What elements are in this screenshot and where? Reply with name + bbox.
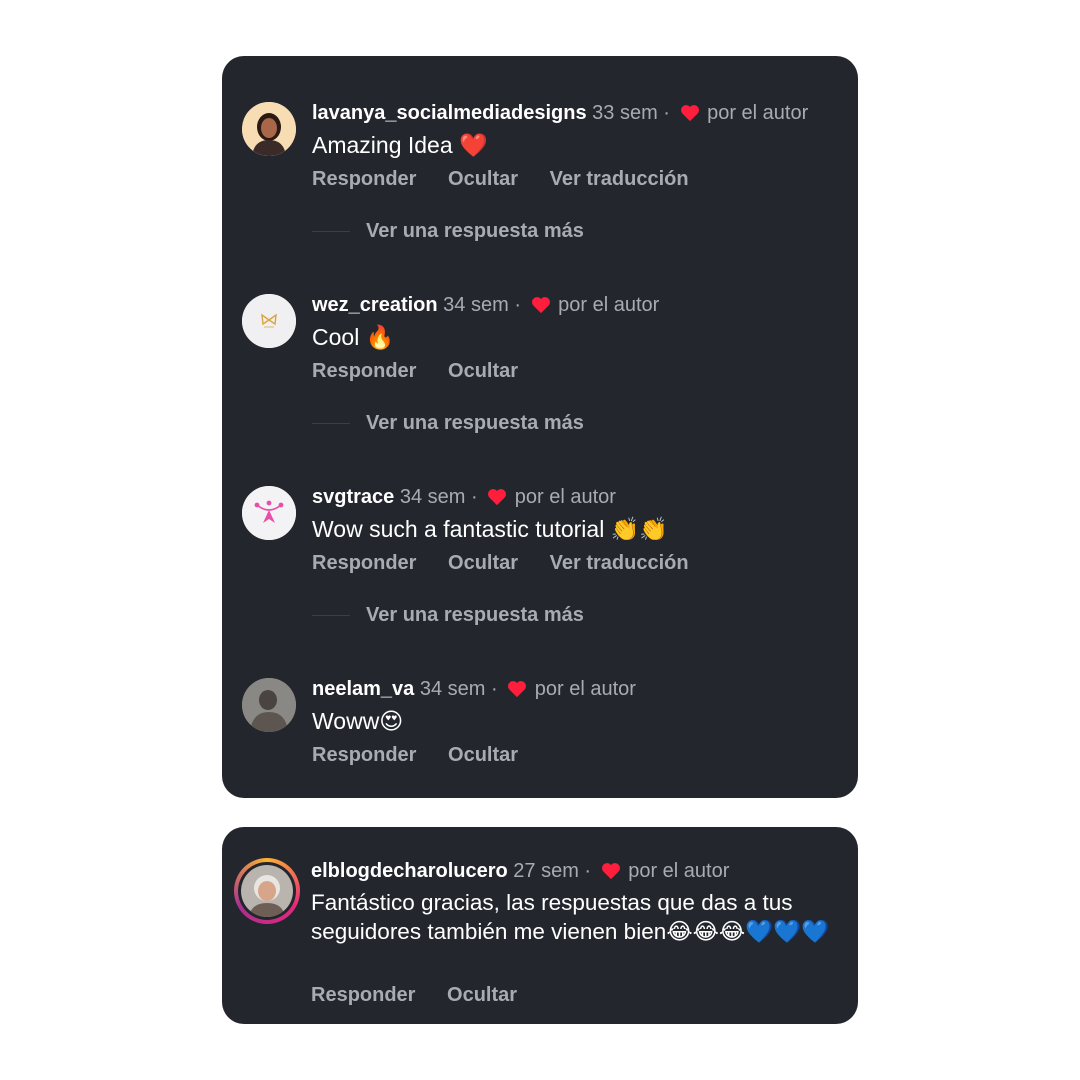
reply-button[interactable]: Responder (312, 168, 416, 190)
liked-by-author-label: por el autor (534, 678, 636, 700)
comment-text: Wow such a fantastic tutorial 👏👏 (312, 516, 668, 542)
comment-time: 34 sem (399, 486, 466, 508)
replies-divider-line (312, 614, 350, 616)
heart-icon (488, 489, 507, 506)
story-ring-avatar[interactable] (234, 858, 300, 924)
replies-divider-line (312, 422, 350, 424)
comment-actions: Responder Ocultar Ver traducción (312, 550, 715, 576)
hide-button[interactable]: Ocultar (448, 552, 518, 574)
comment-text: Woww😍 (312, 708, 404, 734)
woman-portrait-avatar-icon (242, 102, 296, 156)
liked-by-author-label: por el autor (628, 860, 730, 882)
comment-actions: Responder Ocultar (312, 358, 544, 384)
comment-time: 27 sem (513, 860, 579, 882)
username[interactable]: lavanya_socialmediadesigns (312, 102, 587, 124)
comments-card: elblogdecharolucero 27 sem · por el auto… (222, 827, 858, 1024)
hide-button[interactable]: Ocultar (447, 984, 517, 1006)
view-replies[interactable]: Ver una respuesta más (312, 602, 584, 628)
comment-header: wez_creation 34 sem · por el autor (312, 294, 660, 316)
username[interactable]: wez_creation (312, 294, 438, 316)
reply-button[interactable]: Responder (311, 984, 415, 1006)
comment-time: 34 sem (443, 294, 509, 316)
liked-by-author-label: por el autor (514, 486, 616, 508)
replies-divider-line (312, 230, 350, 232)
comment-text: Cool 🔥 (312, 324, 395, 350)
username[interactable]: neelam_va (312, 678, 414, 700)
heart-icon (601, 863, 620, 880)
comment-time: 34 sem (419, 678, 486, 700)
butterfly-logo-avatar-icon (242, 294, 296, 348)
vector-pen-logo-avatar-icon (242, 486, 296, 540)
liked-by-author-label: por el autor (558, 294, 660, 316)
username[interactable]: elblogdecharolucero (311, 860, 508, 882)
view-replies[interactable]: Ver una respuesta más (312, 218, 584, 244)
reply-button[interactable]: Responder (312, 360, 416, 382)
heart-icon (508, 681, 527, 698)
comment-text: Amazing Idea ❤️ (312, 132, 488, 158)
view-replies-label[interactable]: Ver una respuesta más (366, 218, 584, 244)
username[interactable]: svgtrace (312, 486, 394, 508)
reply-button[interactable]: Responder (312, 744, 416, 766)
hide-button[interactable]: Ocultar (448, 168, 518, 190)
comment-header: elblogdecharolucero 27 sem · por el auto… (311, 860, 730, 882)
comment-actions: Responder Ocultar Ver traducción (312, 166, 715, 192)
view-replies[interactable]: Ver una respuesta más (312, 410, 584, 436)
comment-actions: Responder Ocultar (311, 982, 543, 1008)
user-avatar[interactable] (242, 102, 296, 156)
comment-header: svgtrace 34 sem · por el autor (312, 486, 616, 508)
heart-icon (680, 105, 699, 122)
comment-time: 33 sem (592, 102, 658, 124)
comments-card: lavanya_socialmediadesigns 33 sem · por … (222, 56, 858, 798)
hide-button[interactable]: Ocultar (448, 360, 518, 382)
woman-portrait-story-ring-avatar-icon (241, 865, 293, 917)
comment-actions: Responder Ocultar (312, 742, 544, 768)
view-replies-label[interactable]: Ver una respuesta más (366, 602, 584, 628)
user-avatar[interactable] (242, 294, 296, 348)
avatar-ring-gap (238, 862, 296, 920)
translate-button[interactable]: Ver traducción (550, 168, 689, 190)
translate-button[interactable]: Ver traducción (550, 552, 689, 574)
reply-button[interactable]: Responder (312, 552, 416, 574)
comment-header: lavanya_socialmediadesigns 33 sem · por … (312, 102, 809, 124)
comment-text: Fantástico gracias, las respuestas que d… (311, 890, 830, 944)
hide-button[interactable]: Ocultar (448, 744, 518, 766)
user-avatar[interactable] (242, 486, 296, 540)
heart-icon (531, 297, 550, 314)
liked-by-author-label: por el autor (707, 102, 809, 124)
view-replies-label[interactable]: Ver una respuesta más (366, 410, 584, 436)
person-photo-avatar-icon (242, 678, 296, 732)
user-avatar[interactable] (242, 678, 296, 732)
comment-header: neelam_va 34 sem · por el autor (312, 678, 636, 700)
